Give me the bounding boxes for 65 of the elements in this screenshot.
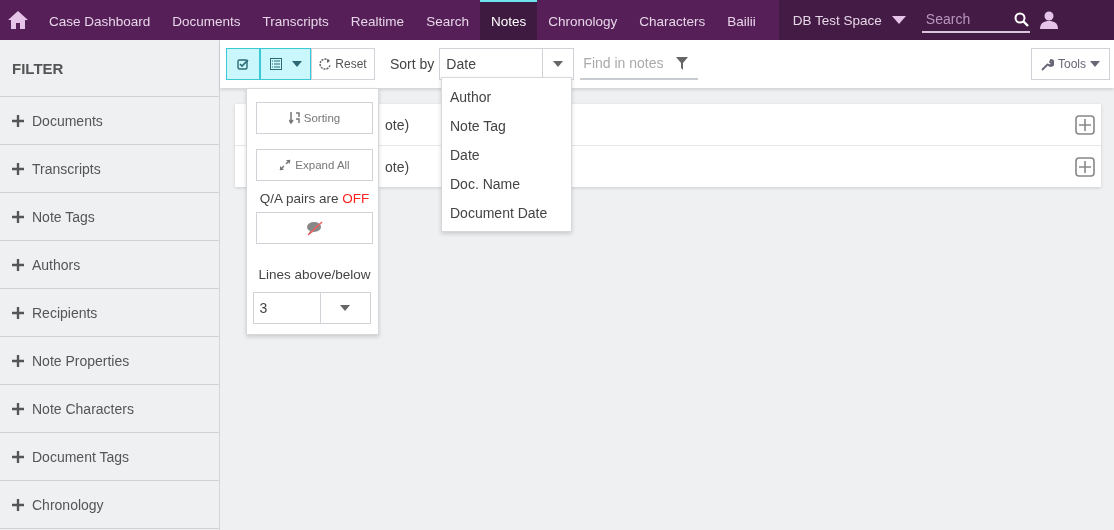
select-button[interactable]	[226, 48, 260, 80]
sorting-button[interactable]: Sorting	[256, 102, 373, 134]
sort-label: Sort by	[390, 56, 435, 72]
plus-icon	[12, 306, 24, 319]
sort-option[interactable]: Note Tag	[442, 111, 571, 140]
plus-icon	[12, 498, 24, 511]
qa-toggle-button[interactable]	[256, 212, 373, 244]
add-icon[interactable]	[1075, 156, 1095, 177]
sort-icon	[288, 112, 300, 124]
list-icon	[269, 58, 282, 70]
checkbox-icon	[237, 58, 249, 70]
caret-icon	[1090, 61, 1100, 67]
nav-tab[interactable]: Chronology	[537, 0, 629, 40]
add-icon[interactable]	[1075, 114, 1095, 135]
filter-item[interactable]: Note Properties	[0, 337, 219, 385]
filter-item[interactable]: Note Tags	[0, 193, 219, 241]
filter-item[interactable]: Transcripts	[0, 145, 219, 193]
sort-option[interactable]: Author	[442, 82, 571, 111]
workspace-selector[interactable]: DB Test Space	[792, 12, 882, 28]
filter-item[interactable]: Authors	[0, 241, 219, 289]
plus-icon	[12, 114, 24, 127]
nav-tab[interactable]: Notes	[479, 0, 538, 40]
plus-icon	[12, 162, 24, 175]
nav-tab[interactable]: Search	[415, 0, 480, 40]
caret-icon	[340, 305, 350, 311]
nav-tab[interactable]: Characters	[628, 0, 717, 40]
plus-icon	[12, 354, 24, 367]
sort-option[interactable]: Document Date	[442, 198, 571, 227]
qa-pairs-status: Q/A pairs are OFF	[259, 191, 370, 206]
caret-icon[interactable]	[891, 16, 906, 24]
reset-button[interactable]: Reset	[311, 48, 375, 80]
caret-icon	[553, 61, 564, 67]
caret-icon	[291, 61, 302, 67]
filter-item[interactable]: Document Tags	[0, 433, 219, 481]
nav-tab[interactable]: Bailii	[716, 0, 767, 40]
lines-label: Lines above/below	[258, 267, 371, 282]
nav-tab[interactable]: Transcripts	[251, 0, 340, 40]
plus-icon	[12, 210, 24, 223]
user-icon[interactable]	[1039, 11, 1058, 29]
filter-heading: FILTER	[0, 40, 219, 97]
home-icon[interactable]	[8, 11, 28, 29]
sort-option[interactable]: Date	[442, 140, 571, 169]
filter-item[interactable]: Documents	[0, 97, 219, 145]
plus-icon	[12, 258, 24, 271]
filter-item[interactable]: Chronology	[0, 481, 219, 529]
tools-button[interactable]: Tools	[1031, 48, 1110, 80]
expand-all-button[interactable]: Expand All	[256, 149, 373, 181]
expand-icon	[279, 159, 292, 171]
search-field[interactable]: Search	[921, 11, 1014, 27]
lines-dropdown[interactable]: 3	[252, 292, 371, 324]
sort-option[interactable]: Doc. Name	[442, 169, 571, 198]
chat-off-icon	[305, 220, 324, 236]
filter-item[interactable]: Note Characters	[0, 385, 219, 433]
wrench-icon	[1041, 57, 1054, 71]
nav-tab[interactable]: Documents	[161, 0, 252, 40]
filter-item[interactable]: Recipients	[0, 289, 219, 337]
nav-tab[interactable]: Realtime	[339, 0, 416, 40]
plus-icon	[12, 450, 24, 463]
nav-tab[interactable]: Case Dashboard	[38, 0, 162, 40]
refresh-icon	[319, 58, 332, 70]
note-title: ote)	[385, 158, 410, 175]
note-title: ote)	[385, 116, 410, 133]
view-menu-button[interactable]	[260, 48, 311, 80]
search-icon[interactable]	[1013, 11, 1029, 27]
plus-icon	[12, 402, 24, 415]
